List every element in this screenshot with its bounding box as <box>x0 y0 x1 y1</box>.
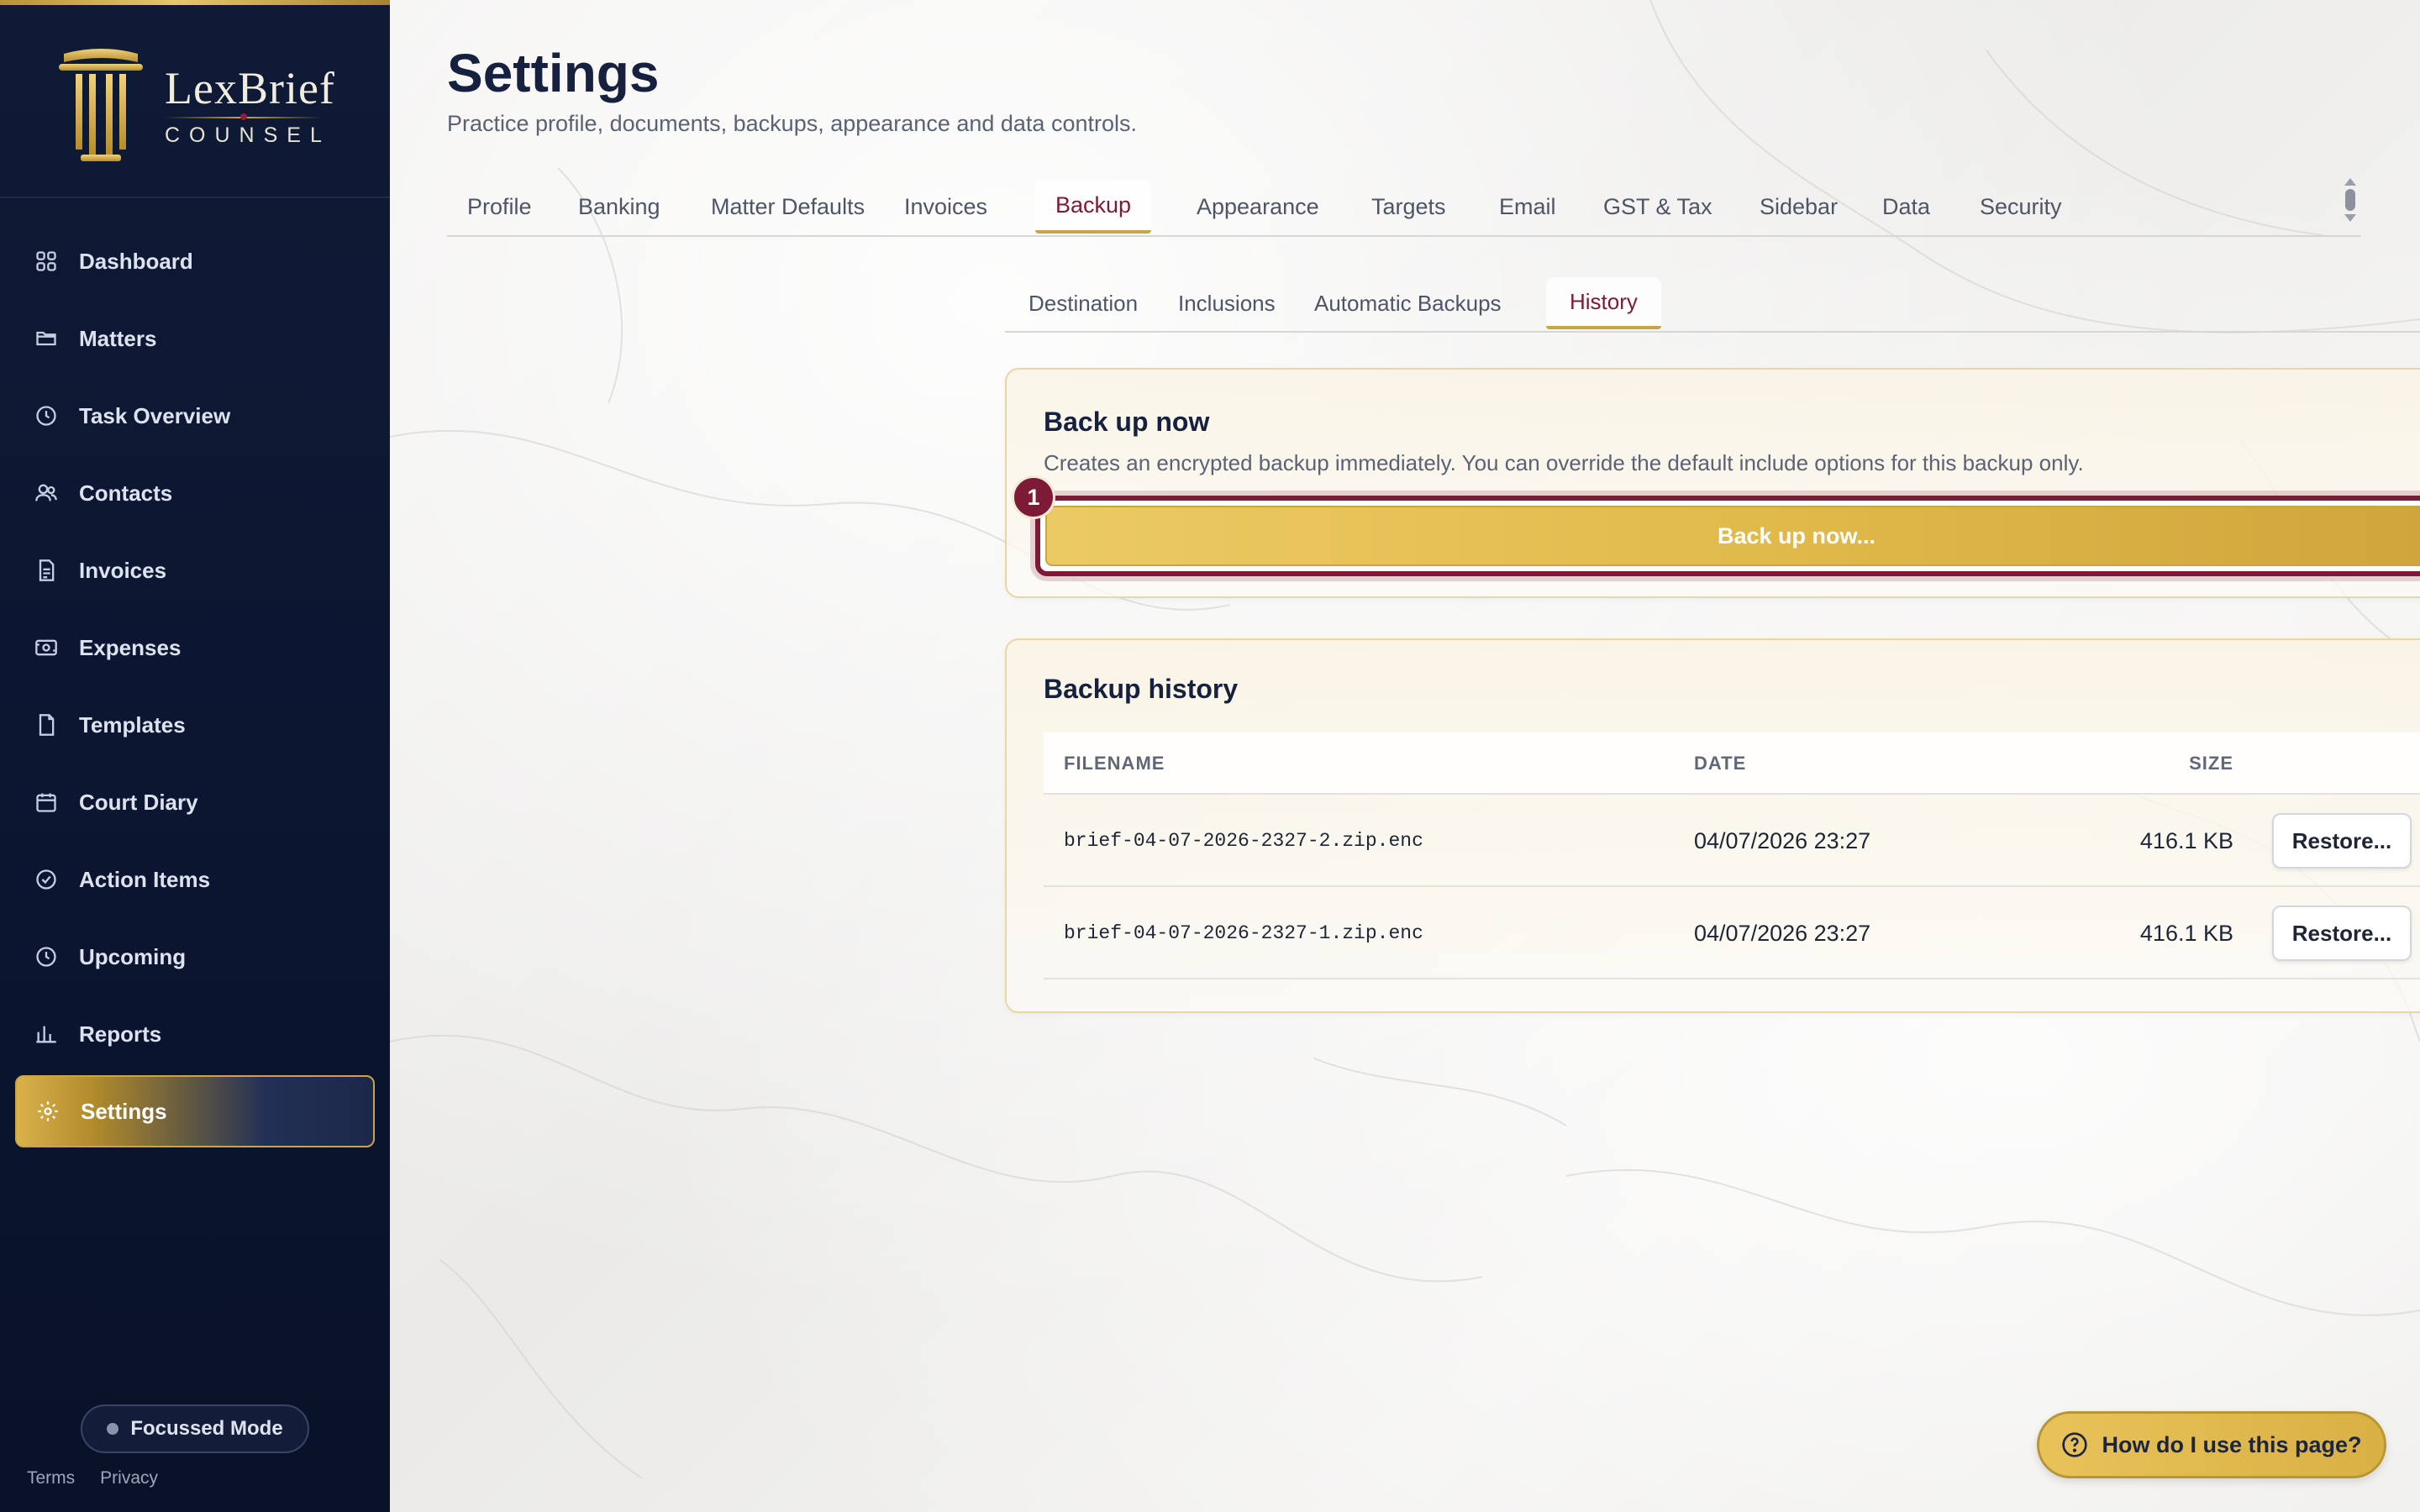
tab-email[interactable]: Email <box>1479 180 1576 234</box>
tab-sidebar[interactable]: Sidebar <box>1739 180 1858 234</box>
backup-now-description: Creates an encrypted backup immediately.… <box>1044 450 2084 475</box>
backup-history-table: FILENAME DATE SIZE brief-04-07-2026-2327… <box>1044 732 2420 979</box>
table-header: FILENAME DATE SIZE <box>1044 732 2420 795</box>
tab-targets[interactable]: Targets <box>1351 180 1466 234</box>
brand-logo[interactable]: LexBrief COUNSEL <box>55 42 341 168</box>
status-dot <box>107 1423 119 1435</box>
sidebar-item-label: Expenses <box>79 634 182 660</box>
backup-now-button[interactable]: Back up now... <box>1045 506 2420 566</box>
privacy-link[interactable]: Privacy <box>100 1468 158 1488</box>
tab-gst-tax[interactable]: GST & Tax <box>1583 180 1733 234</box>
sidebar-item-label: Contacts <box>79 480 173 506</box>
users-icon <box>34 480 59 506</box>
folder-icon <box>34 326 59 351</box>
sidebar-divider <box>0 197 390 198</box>
bar-chart-icon <box>34 1021 59 1047</box>
sidebar-item-label: Upcoming <box>79 943 187 969</box>
sidebar-item-label: Action Items <box>79 866 211 892</box>
brand-name: LexBrief <box>165 62 335 113</box>
row-filename: brief-04-07-2026-2327-2.zip.enc <box>1064 830 1423 852</box>
calendar-icon <box>34 790 59 815</box>
sidebar: LexBrief COUNSEL Dashboard Matters Task … <box>0 0 390 1512</box>
main-content: Settings Practice profile, documents, ba… <box>390 0 2420 1512</box>
clock-icon <box>34 944 59 969</box>
row-filename: brief-04-07-2026-2327-1.zip.enc <box>1064 922 1423 944</box>
terms-link[interactable]: Terms <box>27 1468 75 1488</box>
focus-mode-label: Focussed Mode <box>130 1417 283 1440</box>
row-date: 04/07/2026 23:27 <box>1694 920 1871 946</box>
help-button-label: How do I use this page? <box>2102 1431 2362 1457</box>
table-row: brief-04-07-2026-2327-2.zip.enc 04/07/20… <box>1044 795 2420 887</box>
sidebar-item-label: Matters <box>79 325 157 351</box>
tab-security[interactable]: Security <box>1960 180 2082 234</box>
page-title: Settings <box>447 43 660 103</box>
tab-matter-defaults[interactable]: Matter Defaults <box>691 180 885 234</box>
gear-icon <box>35 1099 60 1124</box>
sidebar-item-action-items[interactable]: Action Items <box>15 843 375 916</box>
backup-history-card: Backup history FILENAME DATE SIZE brief-… <box>1005 638 2420 1013</box>
column-filename: FILENAME <box>1064 753 1165 774</box>
sidebar-item-reports[interactable]: Reports <box>15 998 375 1070</box>
subtab-automatic-backups[interactable]: Automatic Backups <box>1291 277 1525 329</box>
pillar-logo-icon <box>59 49 143 161</box>
tab-data[interactable]: Data <box>1862 180 1950 234</box>
settings-tabs: Profile Banking Matter Defaults Invoices… <box>447 178 2361 237</box>
tab-backup[interactable]: Backup <box>1035 180 1152 234</box>
sidebar-item-label: Settings <box>81 1098 167 1124</box>
sidebar-item-court-diary[interactable]: Court Diary <box>15 766 375 838</box>
help-button[interactable]: How do I use this page? <box>2037 1411 2386 1478</box>
sidebar-item-label: Dashboard <box>79 248 193 274</box>
file-icon <box>34 712 59 738</box>
sidebar-item-expenses[interactable]: Expenses <box>15 612 375 684</box>
step-badge: 1 <box>1012 475 1055 519</box>
sidebar-accent-line <box>0 0 390 5</box>
sidebar-item-matters[interactable]: Matters <box>15 302 375 375</box>
row-size: 416.1 KB <box>2139 827 2233 853</box>
restore-button[interactable]: Restore... <box>2272 813 2412 869</box>
clock-icon <box>34 403 59 428</box>
sidebar-item-label: Task Overview <box>79 402 231 428</box>
brand-subtitle: COUNSEL <box>165 123 331 147</box>
focus-mode-toggle[interactable]: Focussed Mode <box>81 1404 309 1453</box>
brand-divider <box>165 113 323 120</box>
grid-icon <box>34 249 59 274</box>
cash-icon <box>34 635 59 660</box>
sidebar-item-contacts[interactable]: Contacts <box>15 457 375 529</box>
column-date: DATE <box>1694 753 1747 774</box>
sidebar-item-invoices[interactable]: Invoices <box>15 534 375 606</box>
subtab-inclusions[interactable]: Inclusions <box>1155 277 1299 329</box>
row-size: 416.1 KB <box>2139 920 2233 946</box>
sidebar-item-upcoming[interactable]: Upcoming <box>15 921 375 993</box>
tab-appearance[interactable]: Appearance <box>1176 180 1339 234</box>
help-circle-icon <box>2062 1432 2088 1457</box>
tab-invoices[interactable]: Invoices <box>884 180 1007 234</box>
sidebar-item-label: Court Diary <box>79 789 198 815</box>
backup-now-highlight: Back up now... <box>1035 496 2420 576</box>
tab-banking[interactable]: Banking <box>558 180 681 234</box>
tabs-scroll-indicator[interactable] <box>2343 178 2358 228</box>
tab-profile[interactable]: Profile <box>447 180 552 234</box>
sidebar-item-label: Templates <box>79 711 186 738</box>
backup-now-title: Back up now <box>1044 407 1210 437</box>
row-date: 04/07/2026 23:27 <box>1694 827 1871 853</box>
invoice-icon <box>34 558 59 583</box>
backup-now-card: Back up now Creates an encrypted backup … <box>1005 368 2420 598</box>
sidebar-footer: Terms Privacy <box>27 1468 158 1488</box>
sidebar-item-settings[interactable]: Settings <box>15 1075 375 1147</box>
sidebar-item-task-overview[interactable]: Task Overview <box>15 380 375 452</box>
sidebar-item-label: Invoices <box>79 557 167 583</box>
sidebar-item-label: Reports <box>79 1021 162 1047</box>
subtab-history[interactable]: History <box>1546 277 1661 329</box>
check-circle-icon <box>34 867 59 892</box>
page-subtitle: Practice profile, documents, backups, ap… <box>447 111 1137 136</box>
sidebar-item-templates[interactable]: Templates <box>15 689 375 761</box>
column-size: SIZE <box>2189 753 2233 774</box>
restore-button[interactable]: Restore... <box>2272 906 2412 961</box>
sidebar-item-dashboard[interactable]: Dashboard <box>15 225 375 297</box>
table-row: brief-04-07-2026-2327-1.zip.enc 04/07/20… <box>1044 887 2420 979</box>
backup-subtabs: Destination Inclusions Automatic Backups… <box>1005 277 2420 333</box>
subtab-destination[interactable]: Destination <box>1005 277 1161 329</box>
backup-history-title: Backup history <box>1044 674 1239 704</box>
